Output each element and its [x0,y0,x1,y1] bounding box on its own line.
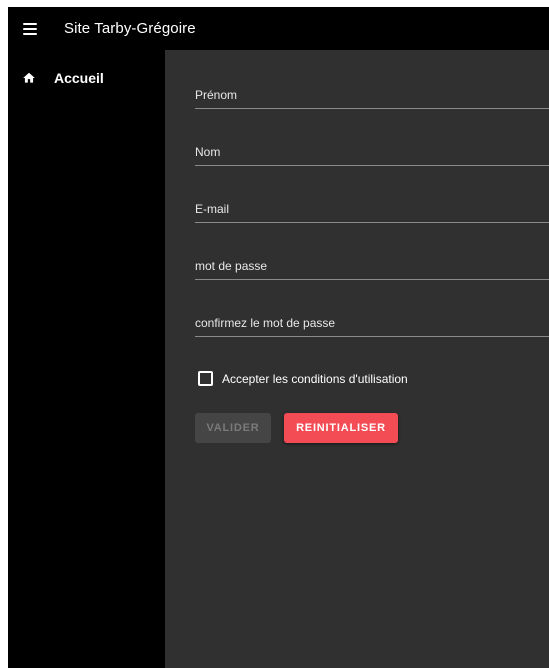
sidebar-item-label: Accueil [54,70,104,86]
nom-field-container [195,141,549,166]
home-icon [22,71,36,85]
prenom-field-container [195,84,549,109]
prenom-input[interactable] [195,84,549,106]
terms-checkbox-label: Accepter les conditions d'utilisation [222,371,408,386]
confirm-password-input[interactable] [195,312,549,334]
confirm-password-field-container [195,312,549,337]
reset-button[interactable]: REINITIALISER [284,413,398,443]
password-input[interactable] [195,255,549,277]
signup-form: Accepter les conditions d'utilisation VA… [165,50,549,668]
submit-button[interactable]: VALIDER [195,413,271,443]
sidebar-item-accueil[interactable]: Accueil [8,60,165,96]
terms-checkbox[interactable] [198,371,213,386]
email-input[interactable] [195,198,549,220]
nom-input[interactable] [195,141,549,163]
sidebar: Accueil [8,50,165,668]
app-window: Site Tarby-Grégoire Accueil Prénom Nom E… [8,7,549,668]
email-field-container [195,198,549,223]
app-title: Site Tarby-Grégoire [64,20,196,37]
app-bar: Site Tarby-Grégoire [8,7,549,50]
menu-icon[interactable] [23,22,37,35]
terms-checkbox-row[interactable]: Accepter les conditions d'utilisation [198,371,408,386]
password-field-container [195,255,549,280]
